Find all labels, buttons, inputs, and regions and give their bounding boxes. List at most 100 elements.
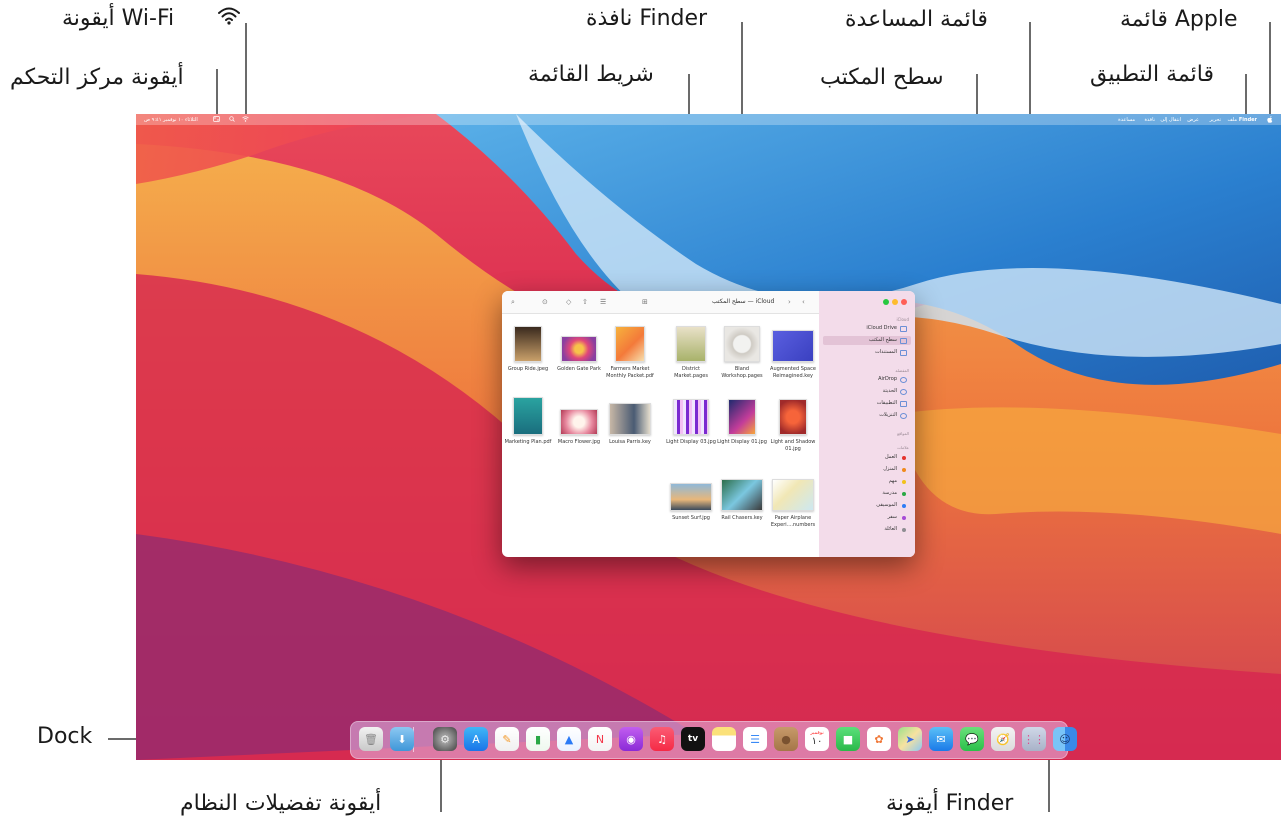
sidebar-item-documents[interactable]: المستندات bbox=[875, 348, 907, 357]
facetime-icon[interactable]: ■ bbox=[836, 727, 860, 751]
control-center-icon[interactable] bbox=[213, 116, 220, 122]
callout-system-preferences: أيقونة تفضيلات النظام bbox=[180, 791, 382, 816]
menu-window[interactable]: نافذة bbox=[1144, 117, 1155, 123]
photos-icon[interactable]: ✿ bbox=[867, 727, 891, 751]
documents-folder-icon bbox=[900, 350, 907, 356]
file-item[interactable]: Louisa Parris.key bbox=[604, 395, 656, 446]
sidebar-tag-item[interactable]: سفر bbox=[887, 513, 906, 522]
safari-icon[interactable]: 🧭 bbox=[991, 727, 1015, 751]
menu-go[interactable]: انتقال إلى bbox=[1160, 117, 1181, 123]
mail-icon[interactable]: ✉ bbox=[929, 727, 953, 751]
app-store-icon[interactable]: A bbox=[464, 727, 488, 751]
finder-window[interactable]: ⌕ ⊙ ◇ ⇧ ☰ ⊞ سطح المكتب — iCloud › ‹ iClo… bbox=[502, 291, 915, 557]
trash-icon[interactable]: 🗑 bbox=[359, 727, 383, 751]
file-item[interactable]: District Market.pages bbox=[665, 322, 717, 380]
back-icon[interactable]: ‹ bbox=[802, 298, 805, 306]
file-item[interactable]: Group Ride.jpeg bbox=[502, 322, 554, 373]
sidebar-item-airdrop[interactable]: AirDrop bbox=[878, 375, 907, 384]
sidebar-tag-item[interactable]: الموسيقى bbox=[876, 501, 906, 510]
messages-icon[interactable]: 💬 bbox=[960, 727, 984, 751]
sidebar-item-downloads[interactable]: التنزيلات bbox=[879, 411, 907, 420]
keynote-icon[interactable]: ▲ bbox=[557, 727, 581, 751]
search-icon[interactable]: ⌕ bbox=[511, 298, 515, 307]
calendar-icon[interactable]: نوفمبر ١٠ bbox=[805, 727, 829, 751]
menu-help[interactable]: مساعدة bbox=[1118, 117, 1135, 123]
zoom-button[interactable] bbox=[883, 299, 889, 305]
finder-icon[interactable]: ☺ bbox=[1053, 727, 1077, 751]
wifi-status-icon[interactable] bbox=[242, 116, 249, 122]
music-icon[interactable]: ♫ bbox=[650, 727, 674, 751]
spotlight-search-icon[interactable] bbox=[229, 116, 235, 122]
forward-icon[interactable]: › bbox=[788, 298, 791, 306]
photo-thumbnail bbox=[779, 399, 807, 435]
file-item[interactable]: Golden Gate Park bbox=[553, 322, 605, 373]
minimize-button[interactable] bbox=[892, 299, 898, 305]
sidebar-tag-item[interactable]: المنزل bbox=[883, 465, 906, 474]
numbers-icon[interactable]: ▮ bbox=[526, 727, 550, 751]
callout-control-center: أيقونة مركز التحكم bbox=[10, 65, 184, 90]
file-item[interactable]: Light Display 01.jpg bbox=[716, 395, 768, 446]
sidebar-tag-label: العمل bbox=[884, 454, 897, 460]
app-menu[interactable]: Finder bbox=[1239, 117, 1257, 123]
sidebar-heading-tags: علامات bbox=[897, 445, 909, 450]
menu-bar-clock[interactable]: الثلاثاء ١٠ نوفمبر ٩:٤١ ص bbox=[144, 117, 198, 123]
file-item[interactable]: Sunset Surf.jpg bbox=[665, 471, 717, 522]
apple-logo-icon[interactable] bbox=[1267, 116, 1273, 123]
callout-app-menu: قائمة التطبيق bbox=[1090, 62, 1214, 87]
share-icon[interactable]: ⇧ bbox=[582, 298, 588, 306]
file-name: Light and Shadow 01.jpg bbox=[770, 439, 816, 452]
file-item[interactable]: Bland Workshop.pages bbox=[716, 322, 768, 380]
pages-icon[interactable]: ✎ bbox=[495, 727, 519, 751]
tv-icon[interactable]: tv bbox=[681, 727, 705, 751]
contacts-icon[interactable]: ● bbox=[774, 727, 798, 751]
downloads-folder-icon[interactable]: ⬇ bbox=[390, 727, 414, 751]
sidebar-heading-favorites: المفضلة bbox=[895, 368, 909, 373]
news-icon[interactable]: N bbox=[588, 727, 612, 751]
group-icon[interactable]: ☰ bbox=[600, 298, 606, 306]
tag-color-dot-icon bbox=[902, 468, 906, 472]
sidebar-tag-item[interactable]: مهم bbox=[889, 477, 906, 486]
file-item[interactable]: Rail Chasers.key bbox=[716, 471, 768, 522]
notes-icon[interactable] bbox=[712, 727, 736, 751]
maps-icon[interactable]: ➤ bbox=[898, 727, 922, 751]
sidebar-item-desktop[interactable]: سطح المكتب bbox=[823, 336, 911, 345]
sidebar-item-label: التنزيلات bbox=[879, 412, 897, 418]
launchpad-icon[interactable]: ⋮⋮ bbox=[1022, 727, 1046, 751]
file-item[interactable]: Farmers Market Monthly Packet.pdf bbox=[604, 322, 656, 380]
pdf-thumbnail bbox=[513, 397, 543, 435]
sidebar-item-recents[interactable]: الحديثة bbox=[883, 387, 907, 396]
file-item[interactable]: Macro Flower.jpg bbox=[553, 395, 605, 446]
sidebar-tag-item[interactable]: العائلة bbox=[884, 525, 906, 534]
file-item[interactable]: Paper Airplane Experi....numbers bbox=[767, 471, 819, 529]
file-item[interactable]: Light and Shadow 01.jpg bbox=[767, 395, 819, 453]
sidebar-item-icloud-drive[interactable]: iCloud Drive bbox=[866, 324, 907, 333]
leader-apple-menu bbox=[1269, 22, 1271, 116]
sidebar-tag-item[interactable]: مدرسة bbox=[882, 489, 906, 498]
sidebar-tag-item[interactable]: العمل bbox=[884, 453, 906, 462]
photo-thumbnail bbox=[728, 399, 756, 435]
file-item[interactable]: Marketing Plan.pdf bbox=[502, 395, 554, 446]
photo-thumbnail bbox=[561, 336, 597, 362]
tags-icon[interactable]: ◇ bbox=[566, 298, 571, 306]
menu-file[interactable]: ملف bbox=[1227, 117, 1237, 123]
file-item[interactable]: Light Display 03.jpg bbox=[665, 395, 717, 446]
pdf-thumbnail bbox=[615, 326, 645, 362]
photo-thumbnail bbox=[514, 326, 542, 362]
close-button[interactable] bbox=[901, 299, 907, 305]
tag-color-dot-icon bbox=[902, 516, 906, 520]
system-preferences-icon[interactable]: ⚙ bbox=[433, 727, 457, 751]
menu-edit[interactable]: تحرير bbox=[1209, 117, 1221, 123]
callout-finder-window: نافذة Finder bbox=[586, 6, 708, 31]
tag-color-dot-icon bbox=[902, 480, 906, 484]
reminders-icon[interactable]: ☰ bbox=[743, 727, 767, 751]
sidebar-item-applications[interactable]: التطبيقات bbox=[877, 399, 907, 408]
view-icon-mode-icon[interactable]: ⊞ bbox=[642, 298, 648, 306]
menu-view[interactable]: عرض bbox=[1187, 117, 1199, 123]
sidebar-tag-label: سفر bbox=[887, 514, 897, 520]
file-name: Rail Chasers.key bbox=[721, 515, 763, 521]
podcasts-icon[interactable]: ◉ bbox=[619, 727, 643, 751]
finder-sidebar: iCloud iCloud Drive سطح المكتب المستندات… bbox=[819, 291, 915, 557]
file-item[interactable]: Augmented Space Reimagined.key bbox=[767, 322, 819, 380]
action-menu-icon[interactable]: ⊙ bbox=[542, 298, 548, 306]
desktop[interactable]: Finder ملف تحرير عرض انتقال إلى نافذة مس… bbox=[136, 114, 1281, 760]
